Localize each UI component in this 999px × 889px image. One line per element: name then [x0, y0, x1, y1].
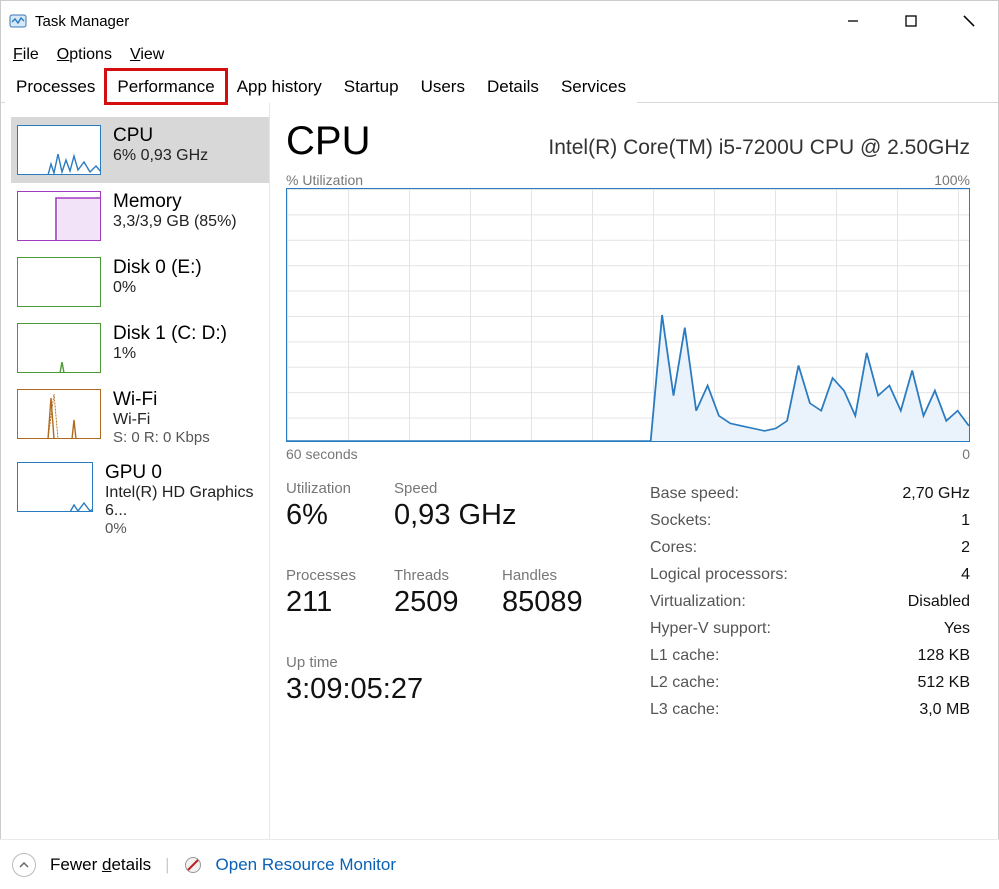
chevron-up-icon[interactable]: [12, 853, 36, 877]
sidebar-item-sub: 3,3/3,9 GB (85%): [113, 213, 237, 231]
chart-axis-label: % Utilization: [286, 172, 363, 188]
stat-speed: 0,93 GHz: [394, 499, 610, 532]
cpu-model: Intel(R) Core(TM) i5-7200U CPU @ 2.50GHz: [548, 136, 970, 160]
sidebar-item-sub: 0%: [113, 279, 202, 297]
sidebar-item-extra: S: 0 R: 0 Kbps: [113, 429, 210, 446]
sidebar-item-label: Disk 1 (C: D:): [113, 323, 227, 345]
wifi-thumbnail-icon: [17, 389, 101, 439]
stat-uptime: 3:09:05:27: [286, 673, 610, 706]
cpu-thumbnail-icon: [17, 125, 101, 175]
tab-startup[interactable]: Startup: [333, 70, 410, 103]
spec-label: L3 cache:: [650, 701, 719, 719]
stat-label: Processes: [286, 567, 394, 584]
stat-label: Speed: [394, 480, 610, 497]
separator: |: [165, 855, 169, 875]
task-manager-icon: [9, 12, 27, 30]
sidebar-item-sub: Wi-Fi: [113, 411, 210, 429]
sidebar-item-cpu[interactable]: CPU 6% 0,93 GHz: [11, 117, 269, 183]
sidebar-item-sub: 1%: [113, 345, 227, 363]
spec-label: Sockets:: [650, 512, 711, 530]
disk-thumbnail-icon: [17, 323, 101, 373]
sidebar-item-label: Disk 0 (E:): [113, 257, 202, 279]
chart-axis-max: 100%: [934, 172, 970, 188]
spec-virtualization: Disabled: [908, 593, 970, 611]
spec-sockets: 1: [961, 512, 970, 530]
spec-l2: 512 KB: [918, 674, 970, 692]
menu-view[interactable]: View: [124, 44, 170, 66]
gpu-thumbnail-icon: [17, 462, 93, 512]
sidebar-item-label: Memory: [113, 191, 237, 213]
spec-l1: 128 KB: [918, 647, 970, 665]
tab-processes[interactable]: Processes: [5, 70, 106, 103]
chart-x-end: 0: [962, 446, 970, 462]
spec-label: Hyper-V support:: [650, 620, 771, 638]
stat-handles: 85089: [502, 586, 610, 619]
spec-label: L2 cache:: [650, 674, 719, 692]
spec-l3: 3,0 MB: [919, 701, 970, 719]
sidebar-item-wifi[interactable]: Wi-Fi Wi-Fi S: 0 R: 0 Kbps: [11, 381, 269, 454]
menu-bar: File Options View: [1, 41, 998, 69]
titlebar: Task Manager: [1, 1, 998, 41]
spec-base-speed: 2,70 GHz: [902, 485, 970, 503]
tab-users[interactable]: Users: [410, 70, 476, 103]
stat-processes: 211: [286, 586, 394, 619]
menu-file[interactable]: File: [7, 44, 45, 66]
tab-details[interactable]: Details: [476, 70, 550, 103]
sidebar-item-sub: 6% 0,93 GHz: [113, 147, 208, 165]
spec-label: L1 cache:: [650, 647, 719, 665]
resource-monitor-icon: [184, 856, 202, 874]
page-title: CPU: [286, 119, 370, 164]
stat-label: Up time: [286, 654, 610, 671]
tab-app-history[interactable]: App history: [226, 70, 333, 103]
sidebar-item-gpu[interactable]: GPU 0 Intel(R) HD Graphics 6... 0%: [11, 454, 269, 545]
tab-performance[interactable]: Performance: [106, 70, 225, 103]
stat-label: Utilization: [286, 480, 394, 497]
maximize-button[interactable]: [882, 1, 940, 41]
sidebar-item-label: CPU: [113, 125, 208, 147]
sidebar-item-memory[interactable]: Memory 3,3/3,9 GB (85%): [11, 183, 269, 249]
stat-label: Threads: [394, 567, 502, 584]
cpu-utilization-chart: [286, 188, 970, 442]
stat-utilization: 6%: [286, 499, 394, 532]
sidebar-item-label: GPU 0: [105, 462, 263, 484]
spec-label: Cores:: [650, 539, 697, 557]
app-title: Task Manager: [35, 13, 129, 30]
sidebar-item-disk1[interactable]: Disk 1 (C: D:) 1%: [11, 315, 269, 381]
close-button[interactable]: [940, 1, 998, 41]
minimize-button[interactable]: [824, 1, 882, 41]
chart-x-start: 60 seconds: [286, 446, 358, 462]
cpu-spec-table: Base speed: 2,70 GHz Sockets: 1 Cores: 2 Lo…: [650, 480, 970, 723]
fewer-details-button[interactable]: Fewer details: [50, 855, 151, 875]
sidebar-item-sub: Intel(R) HD Graphics 6...: [105, 484, 263, 520]
open-resource-monitor-link[interactable]: Open Resource Monitor: [216, 855, 396, 875]
stat-label: Handles: [502, 567, 610, 584]
sidebar-item-disk0[interactable]: Disk 0 (E:) 0%: [11, 249, 269, 315]
tab-bar: Processes Performance App history Startu…: [1, 69, 998, 103]
spec-label: Logical processors:: [650, 566, 788, 584]
stat-threads: 2509: [394, 586, 502, 619]
tab-services[interactable]: Services: [550, 70, 637, 103]
spec-cores: 2: [961, 539, 970, 557]
spec-logical: 4: [961, 566, 970, 584]
sidebar: CPU 6% 0,93 GHz Memory 3,3/3,9 GB (85%) …: [1, 103, 270, 883]
memory-thumbnail-icon: [17, 191, 101, 241]
disk-thumbnail-icon: [17, 257, 101, 307]
menu-options[interactable]: Options: [51, 44, 118, 66]
spec-label: Virtualization:: [650, 593, 746, 611]
sidebar-item-label: Wi-Fi: [113, 389, 210, 411]
spec-label: Base speed:: [650, 485, 739, 503]
sidebar-item-extra: 0%: [105, 520, 263, 537]
detail-pane: CPU Intel(R) Core(TM) i5-7200U CPU @ 2.5…: [282, 103, 998, 883]
footer-bar: Fewer details | Open Resource Monitor: [0, 839, 999, 889]
spec-hyperv: Yes: [944, 620, 970, 638]
